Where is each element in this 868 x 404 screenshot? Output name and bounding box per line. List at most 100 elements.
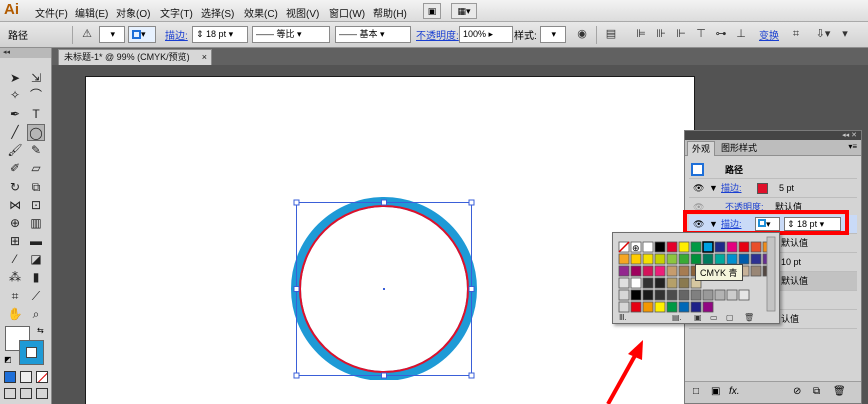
- panel-menu-icon[interactable]: ▾: [838, 27, 852, 41]
- handle-top[interactable]: [381, 199, 387, 206]
- recolor-artwork-icon[interactable]: ◉: [575, 27, 589, 41]
- free-transform-tool-icon[interactable]: ⊡: [27, 197, 45, 214]
- slice-tool-icon[interactable]: ⟋: [27, 288, 45, 305]
- shape-builder-tool-icon[interactable]: ⊕: [6, 215, 24, 232]
- fill-color-dropdown[interactable]: ▾: [99, 26, 125, 43]
- select-similar-icon[interactable]: ⇩▾: [812, 27, 834, 41]
- arrange-documents-icon[interactable]: ▦▾: [451, 3, 477, 19]
- close-tab-icon[interactable]: ×: [202, 50, 207, 64]
- swatch-scrollbar: [766, 236, 776, 312]
- perspective-grid-tool-icon[interactable]: ▥: [27, 215, 45, 232]
- opacity-panel-link[interactable]: 不透明度:: [416, 27, 459, 42]
- swatch-library-icon: Ⅲ.: [619, 313, 627, 322]
- menu-window[interactable]: 窗口(W): [329, 5, 365, 20]
- tools-collapse-icon[interactable]: ◂◂: [0, 48, 51, 58]
- width-tool-icon[interactable]: ⋈: [6, 197, 24, 214]
- align-top-icon[interactable]: ⊤: [694, 27, 708, 41]
- delete-item-icon[interactable]: 🗑: [833, 386, 846, 397]
- direct-selection-tool-icon[interactable]: ⇲: [27, 70, 45, 87]
- add-new-fill-icon[interactable]: ▣: [711, 386, 720, 397]
- opacity-input[interactable]: 100% ▸: [459, 26, 513, 43]
- scale-tool-icon[interactable]: ⧉: [27, 179, 45, 196]
- tab-graphic-styles[interactable]: 图形样式: [717, 141, 761, 156]
- eraser-tool-icon[interactable]: ▱: [27, 160, 45, 177]
- align-horizontal-center-icon[interactable]: ⊪: [654, 27, 668, 41]
- menu-file[interactable]: 文件(F): [35, 5, 68, 20]
- align-to-selection-icon[interactable]: ▤: [604, 27, 618, 41]
- symbol-sprayer-tool-icon[interactable]: ⁂: [6, 269, 24, 286]
- artboard-tool-icon[interactable]: ⌗: [6, 288, 24, 305]
- menu-select[interactable]: 选择(S): [201, 5, 234, 20]
- color-mode-icon[interactable]: [4, 371, 16, 383]
- graphic-style-dropdown[interactable]: ▾: [540, 26, 566, 43]
- handle-top-left[interactable]: [293, 199, 300, 206]
- hand-tool-icon[interactable]: ✋: [6, 306, 24, 323]
- draw-normal-icon[interactable]: [4, 388, 16, 399]
- handle-bottom-left[interactable]: [293, 372, 300, 379]
- paintbrush-tool-icon[interactable]: 🖌: [6, 142, 24, 159]
- add-new-effect-icon[interactable]: fx.: [729, 386, 740, 397]
- handle-right[interactable]: [468, 286, 475, 292]
- menu-effect[interactable]: 效果(C): [244, 5, 278, 20]
- type-tool-icon[interactable]: T: [27, 106, 45, 123]
- menu-type[interactable]: 文字(T): [160, 5, 193, 20]
- add-new-stroke-icon[interactable]: □: [693, 386, 699, 397]
- align-left-icon[interactable]: ⊫: [634, 27, 648, 41]
- handle-bottom[interactable]: [381, 372, 387, 379]
- none-mode-icon[interactable]: [36, 371, 48, 383]
- menu-object[interactable]: 对象(O): [116, 5, 150, 20]
- menu-help[interactable]: 帮助(H): [373, 5, 407, 20]
- stroke-swatch[interactable]: [19, 340, 44, 365]
- align-right-icon[interactable]: ⊩: [674, 27, 688, 41]
- transform-panel-link[interactable]: 变换: [759, 27, 779, 42]
- brush-definition-dropdown[interactable]: —— 基本 ▾: [335, 26, 411, 43]
- pen-tool-icon[interactable]: ✒: [6, 106, 24, 123]
- handle-bottom-right[interactable]: [468, 372, 475, 379]
- ellipse-tool-icon[interactable]: ◯: [27, 124, 45, 141]
- isolate-group-icon[interactable]: ⌗: [789, 27, 803, 41]
- stroke-link[interactable]: 描边:: [721, 179, 742, 197]
- bridge-icon[interactable]: ▣: [423, 3, 441, 19]
- panel-collapse-icon[interactable]: ◂◂ ✕: [685, 131, 861, 140]
- magic-wand-tool-icon[interactable]: ✧: [6, 87, 24, 104]
- gradient-tool-icon[interactable]: ▬: [27, 233, 45, 250]
- tab-appearance[interactable]: 外观: [687, 141, 716, 156]
- ellipse-artwork[interactable]: [280, 190, 490, 380]
- expand-triangle-icon[interactable]: ▼: [709, 179, 718, 197]
- draw-behind-icon[interactable]: [20, 388, 32, 399]
- clear-appearance-icon[interactable]: ⊘: [793, 386, 801, 397]
- handle-left[interactable]: [293, 286, 300, 292]
- column-graph-tool-icon[interactable]: ▮: [27, 269, 45, 286]
- handle-top-right[interactable]: [468, 199, 475, 206]
- menu-view[interactable]: 视图(V): [286, 5, 319, 20]
- stroke-panel-link[interactable]: 描边:: [165, 27, 188, 42]
- stroke-color-dropdown[interactable]: ▾: [128, 26, 156, 43]
- menu-edit[interactable]: 编辑(E): [75, 5, 108, 20]
- path-thumbnail-icon: [691, 163, 704, 176]
- stroke-weight-input[interactable]: ⇕ 18 pt ▾: [192, 26, 248, 43]
- align-bottom-icon[interactable]: ⊥: [734, 27, 748, 41]
- zoom-tool-icon[interactable]: ⌕: [27, 306, 45, 323]
- blob-brush-tool-icon[interactable]: ✐: [6, 160, 24, 177]
- stroke-swatch-red[interactable]: [757, 183, 768, 194]
- duplicate-item-icon[interactable]: ⧉: [813, 386, 820, 397]
- pencil-tool-icon[interactable]: ✎: [27, 142, 45, 159]
- line-tool-icon[interactable]: ╱: [6, 124, 24, 141]
- lasso-tool-icon[interactable]: ⌒: [27, 87, 45, 104]
- rotate-tool-icon[interactable]: ↻: [6, 179, 24, 196]
- gradient-mode-icon[interactable]: [20, 371, 32, 383]
- panel-menu-icon[interactable]: ▾≡: [848, 142, 857, 151]
- draw-inside-icon[interactable]: [36, 388, 48, 399]
- brush-basic-label: 基本: [359, 29, 378, 39]
- visibility-eye-icon[interactable]: 👁: [693, 179, 704, 197]
- default-fill-stroke-icon[interactable]: ◩: [4, 355, 12, 364]
- document-tab[interactable]: 未标题-1* @ 99% (CMYK/预览) ×: [58, 49, 212, 65]
- eyedropper-tool-icon[interactable]: ⁄: [6, 251, 24, 268]
- mesh-tool-icon[interactable]: ⊞: [6, 233, 24, 250]
- selection-tool-icon[interactable]: ➤: [6, 70, 24, 87]
- blend-tool-icon[interactable]: ◪: [27, 251, 45, 268]
- variable-width-profile-dropdown[interactable]: —— 等比 ▾: [252, 26, 330, 43]
- swap-fill-stroke-icon[interactable]: ⇆: [37, 326, 44, 335]
- align-vertical-center-icon[interactable]: ⊶: [714, 27, 728, 41]
- appearance-row-stroke-1[interactable]: 👁 ▼ 描边: 5 pt: [689, 179, 857, 198]
